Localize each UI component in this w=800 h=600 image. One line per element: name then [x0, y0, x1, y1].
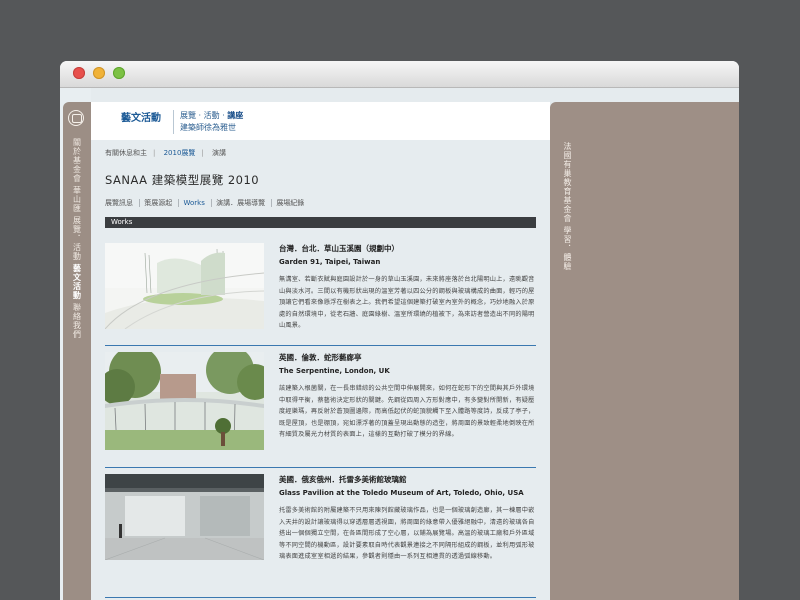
breadcrumb-item-1[interactable]: 有關休息和主 — [105, 149, 147, 157]
tab-origin[interactable]: 策展源起 — [139, 199, 177, 207]
sidebar-item-exhibitions[interactable]: 展覽．活動 — [72, 216, 83, 261]
work-title-zh: 台灣．台北．草山玉溪園（規劃中） — [279, 244, 399, 253]
section-heading[interactable]: 藝文活動 — [121, 109, 161, 124]
sidebar-item-about[interactable]: 關於基金會 — [72, 138, 83, 183]
breadcrumb-item-2010[interactable]: 2010展覽 — [164, 149, 196, 157]
tab-works[interactable]: Works — [178, 199, 209, 207]
sidebar-item-contact[interactable]: 聯絡我們 — [72, 303, 83, 339]
work-title-en: Glass Pavilion at the Toledo Museum of A… — [279, 489, 524, 497]
divider — [105, 345, 536, 346]
work-title-zh: 美國．俄亥俄州．托雷多美術館玻璃館 — [279, 475, 407, 484]
tab-records[interactable]: 展場紀錄 — [271, 199, 309, 207]
page-content: 關於基金會 華山匯 展覽．活動 藝文活動 聯絡我們 藝文活動 展覽 · 活動 · — [60, 88, 739, 600]
close-window-button[interactable] — [73, 67, 85, 79]
left-column: 關於基金會 華山匯 展覽．活動 藝文活動 聯絡我們 — [60, 88, 91, 600]
work-item: 美國．俄亥俄州．托雷多美術館玻璃館 Glass Pavilion at the … — [105, 474, 536, 596]
tab-lectures[interactable]: 演講．展場導覽 — [211, 199, 270, 207]
sidebar-item-learning[interactable]: 學習．體驗 — [562, 226, 573, 271]
browser-window: 關於基金會 華山匯 展覽．活動 藝文活動 聯絡我們 藝文活動 展覽 · 活動 · — [60, 61, 739, 600]
work-description: 無溝室、若斷衣賦與庭園設計於一身的草山玉溪園，未來將座落於台北陽明山上，遠眺觀音… — [279, 276, 535, 329]
top-nav-link-lecture[interactable]: 講座 — [227, 111, 243, 120]
left-vertical-nav: 關於基金會 華山匯 展覽．活動 藝文活動 聯絡我們 — [63, 138, 91, 342]
divider — [105, 597, 536, 598]
work-info: 英國．倫敦．蛇形藝廊亭 The Serpentine, London, UK 該… — [279, 352, 536, 441]
left-sidebar: 關於基金會 華山匯 展覽．活動 藝文活動 聯絡我們 — [63, 102, 91, 600]
work-image-toledo[interactable] — [105, 474, 264, 560]
top-nav: 藝文活動 展覽 · 活動 · 講座 建築師徐為雅世 — [91, 102, 550, 140]
section-header-label: Works — [111, 218, 133, 226]
top-nav-link-architect[interactable]: 建築師徐為雅世 — [180, 122, 243, 134]
work-description: 托雷多美術館的附屬建築不只用來陳列館藏玻璃作品，也是一個玻璃創造廊，其一棟層中嵌… — [279, 507, 535, 560]
work-image-serpentine[interactable] — [105, 352, 264, 450]
work-item: 台灣．台北．草山玉溪園（規劃中） Garden 91, Taipei, Taiw… — [105, 243, 536, 338]
work-item: 英國．倫敦．蛇形藝廊亭 The Serpentine, London, UK 該… — [105, 352, 536, 462]
right-vertical-nav: 法國有巢教育基金會 學習．體驗 — [562, 142, 573, 274]
main-panel: 藝文活動 展覽 · 活動 · 講座 建築師徐為雅世 有關休息和主 | 2010展覽… — [91, 102, 550, 600]
sidebar-item-foundation[interactable]: 法國有巢教育基金會 — [562, 142, 573, 223]
sidebar-item-huashan[interactable]: 華山匯 — [72, 186, 83, 213]
minimize-window-button[interactable] — [93, 67, 105, 79]
top-nav-link-exhibition[interactable]: 展覽 — [180, 111, 196, 120]
breadcrumb-item-lecture[interactable]: 演講 — [212, 149, 226, 157]
work-description: 該建築入根菌關，在一長串錯綜的公共空間中伸展開來，如何在蛇形下的空間與其戶外環境… — [279, 385, 535, 438]
tab-info[interactable]: 展覽訊息 — [105, 199, 137, 207]
work-info: 台灣．台北．草山玉溪園（規劃中） Garden 91, Taipei, Taiw… — [279, 243, 536, 332]
work-title-en: The Serpentine, London, UK — [279, 367, 390, 375]
sidebar-item-arts[interactable]: 藝文活動 — [72, 264, 83, 300]
breadcrumb: 有關休息和主 | 2010展覽 | 演講 — [105, 149, 227, 157]
work-title-en: Garden 91, Taipei, Taiwan — [279, 258, 381, 266]
page-title: SANAA 建築模型展覽 2010 — [105, 173, 260, 187]
work-title-zh: 英國．倫敦．蛇形藝廊亭 — [279, 353, 362, 362]
section-header-bar: Works — [105, 217, 536, 228]
divider — [105, 467, 536, 468]
logo-icon[interactable] — [68, 110, 84, 126]
top-nav-links: 展覽 · 活動 · 講座 建築師徐為雅世 — [173, 110, 243, 134]
work-image-garden[interactable] — [105, 243, 264, 329]
content-tabs: 展覽訊息 策展源起 Works 演講．展場導覽 展場紀錄 — [105, 198, 309, 208]
window-titlebar — [60, 61, 739, 88]
right-sidebar: 法國有巢教育基金會 學習．體驗 — [550, 102, 739, 600]
work-info: 美國．俄亥俄州．托雷多美術館玻璃館 Glass Pavilion at the … — [279, 474, 536, 563]
top-nav-link-activity[interactable]: 活動 — [204, 111, 220, 120]
maximize-window-button[interactable] — [113, 67, 125, 79]
